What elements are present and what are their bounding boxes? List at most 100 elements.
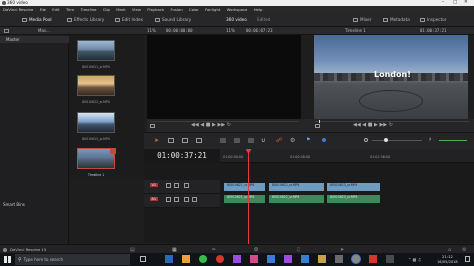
menu-davinci[interactable]: DaVinci Resolve <box>3 7 33 12</box>
timeline-viewer[interactable]: London! <box>314 35 468 119</box>
taskbar-search-box[interactable]: ⚲ Type here to search <box>15 254 130 265</box>
taskbar-app-icon[interactable] <box>250 255 258 263</box>
flag-icon[interactable]: ⚑ <box>306 137 310 143</box>
linked-selection-icon[interactable]: ☍ <box>276 137 282 144</box>
taskbar-app-icon[interactable] <box>301 255 309 263</box>
timeline-scrub-marker[interactable] <box>319 120 320 123</box>
playhead[interactable] <box>248 149 249 244</box>
menu-file[interactable]: File <box>40 7 46 12</box>
smart-bins-header[interactable]: Smart Bins <box>0 201 69 208</box>
menu-playback[interactable]: Playback <box>147 7 164 12</box>
effects-library-button[interactable]: Effects Library <box>67 12 104 27</box>
track-visibility-icon-v1[interactable] <box>184 183 189 188</box>
page-media-icon[interactable]: ▤ <box>130 247 135 253</box>
project-manager-icon[interactable]: ⌂ <box>448 247 451 253</box>
taskbar-app-icon-resolve[interactable] <box>352 255 360 263</box>
taskbar-app-icon[interactable] <box>216 255 224 263</box>
menu-workspace[interactable]: Workspace <box>227 7 248 12</box>
notification-icon[interactable] <box>465 256 470 262</box>
selection-tool-icon[interactable]: ➤ <box>154 137 159 144</box>
page-edit-icon[interactable]: ✏ <box>212 247 216 253</box>
taskbar-app-icon[interactable] <box>284 255 292 263</box>
audio-clip-3[interactable]: 80010623_sr.MP4 <box>326 194 381 204</box>
video-clip-3[interactable]: 80010623_sr.MP4 <box>326 182 381 192</box>
clip-thumbnail-1[interactable] <box>77 40 115 61</box>
menu-trim[interactable]: Trim <box>66 7 74 12</box>
page-fusion-icon[interactable]: ❂ <box>254 247 258 253</box>
edit-index-button[interactable]: Edit Index <box>115 12 143 27</box>
taskbar-app-icon[interactable] <box>182 255 190 263</box>
menu-fairlight[interactable]: Fairlight <box>205 7 220 12</box>
blade-tool-icon[interactable] <box>182 138 188 143</box>
track-label-v1[interactable]: V1 <box>150 183 158 187</box>
menu-clip[interactable]: Clip <box>103 7 110 12</box>
source-transport[interactable]: ◀◀ ◀ ■ ▶ ▶▶ ↻ <box>191 122 231 128</box>
track-lock-icon-a1[interactable] <box>166 197 171 202</box>
audio-clip-1[interactable]: 80010621_sr.MP4 <box>223 194 266 204</box>
taskbar-app-icon[interactable] <box>369 255 377 263</box>
menu-help[interactable]: Help <box>254 7 263 12</box>
timeline-zoom[interactable]: 11% <box>226 27 235 35</box>
zoom-slider[interactable] <box>372 140 422 141</box>
menu-fusion[interactable]: Fusion <box>170 7 182 12</box>
taskbar-app-icon[interactable] <box>335 255 343 263</box>
taskbar-app-icon[interactable] <box>165 255 173 263</box>
mixer-button[interactable]: Mixer <box>353 12 371 27</box>
start-button-icon[interactable] <box>4 256 11 263</box>
clip-thumbnail-2[interactable] <box>77 75 115 96</box>
menu-mark[interactable]: Mark <box>116 7 125 12</box>
track-lock-icon-v1[interactable] <box>166 183 171 188</box>
tray-time[interactable]: 21:12 <box>442 254 453 259</box>
taskbar-app-icon[interactable] <box>386 255 394 263</box>
source-zoom[interactable]: 11% <box>147 27 156 35</box>
inspector-button[interactable]: Inspector <box>420 12 447 27</box>
marker-icon[interactable] <box>322 138 326 142</box>
insert-clip-icon[interactable] <box>220 138 226 143</box>
track-solo-icon-a1[interactable] <box>192 197 197 202</box>
menu-view[interactable]: View <box>132 7 141 12</box>
bin-view-icon[interactable] <box>4 29 9 33</box>
bin-view-label[interactable]: Mas... <box>38 27 50 35</box>
page-deliver-icon[interactable]: ➤ <box>340 247 344 253</box>
taskbar-app-icon[interactable] <box>267 255 275 263</box>
track-label-a1[interactable]: A1 <box>150 197 158 201</box>
source-viewer[interactable] <box>147 35 301 119</box>
track-auto-select-icon-a1[interactable] <box>174 197 179 202</box>
position-lock-icon[interactable]: ⚙ <box>290 137 295 144</box>
bin-master[interactable]: Master <box>0 36 69 43</box>
clip-thumbnail-3[interactable] <box>77 112 115 133</box>
taskbar-app-icon[interactable] <box>318 255 326 263</box>
video-clip-2[interactable]: 80010622_sr.MP4 <box>268 182 325 192</box>
replace-clip-icon[interactable] <box>248 138 254 143</box>
settings-gear-icon[interactable]: ⚙ <box>462 247 466 253</box>
track-mute-icon-a1[interactable] <box>184 197 189 202</box>
page-fairlight-icon[interactable]: ♫ <box>296 247 300 253</box>
page-cut-icon[interactable]: ▦ <box>172 247 177 253</box>
volume-icon[interactable]: ♯ <box>429 137 431 143</box>
audio-clip-2[interactable]: 80010622_sr.MP4 <box>268 194 325 204</box>
menu-timeline[interactable]: Timeline <box>80 7 96 12</box>
dynamic-trim-icon[interactable] <box>196 138 202 143</box>
track-auto-select-icon-v1[interactable] <box>174 183 179 188</box>
snapping-icon[interactable]: ∪ <box>261 137 265 144</box>
media-pool-button[interactable]: Media Pool <box>22 12 52 27</box>
tray-icons[interactable]: ⌃ ▩ ♫ <box>408 257 421 262</box>
zoom-out-icon[interactable] <box>364 138 368 142</box>
zoom-slider-handle[interactable] <box>384 138 388 142</box>
menu-edit[interactable]: Edit <box>52 7 59 12</box>
source-options-icon[interactable] <box>150 124 155 128</box>
taskbar-app-icon[interactable] <box>199 255 207 263</box>
tray-date[interactable]: 16/05/2018 <box>437 260 458 264</box>
timeline-ruler[interactable]: 01:00:00:00 01:00:48:00 01:01:36:00 <box>220 149 474 163</box>
timeline-name[interactable]: Timeline 1 <box>345 27 366 35</box>
trim-tool-icon[interactable] <box>168 138 174 143</box>
timeline-options-icon[interactable] <box>315 124 320 128</box>
timeline-transport[interactable]: ◀◀ ◀ ■ ▶ ▶▶ ↻ <box>353 122 393 128</box>
video-clip-1[interactable]: 80010621_sr.MP4 <box>223 182 266 192</box>
task-view-icon[interactable] <box>140 256 146 262</box>
metadata-button[interactable]: Metadata <box>383 12 410 27</box>
sound-library-button[interactable]: Sound Library <box>155 12 191 27</box>
taskbar-app-icon[interactable] <box>233 255 241 263</box>
overwrite-clip-icon[interactable] <box>234 138 240 143</box>
volume-slider[interactable] <box>439 140 467 141</box>
